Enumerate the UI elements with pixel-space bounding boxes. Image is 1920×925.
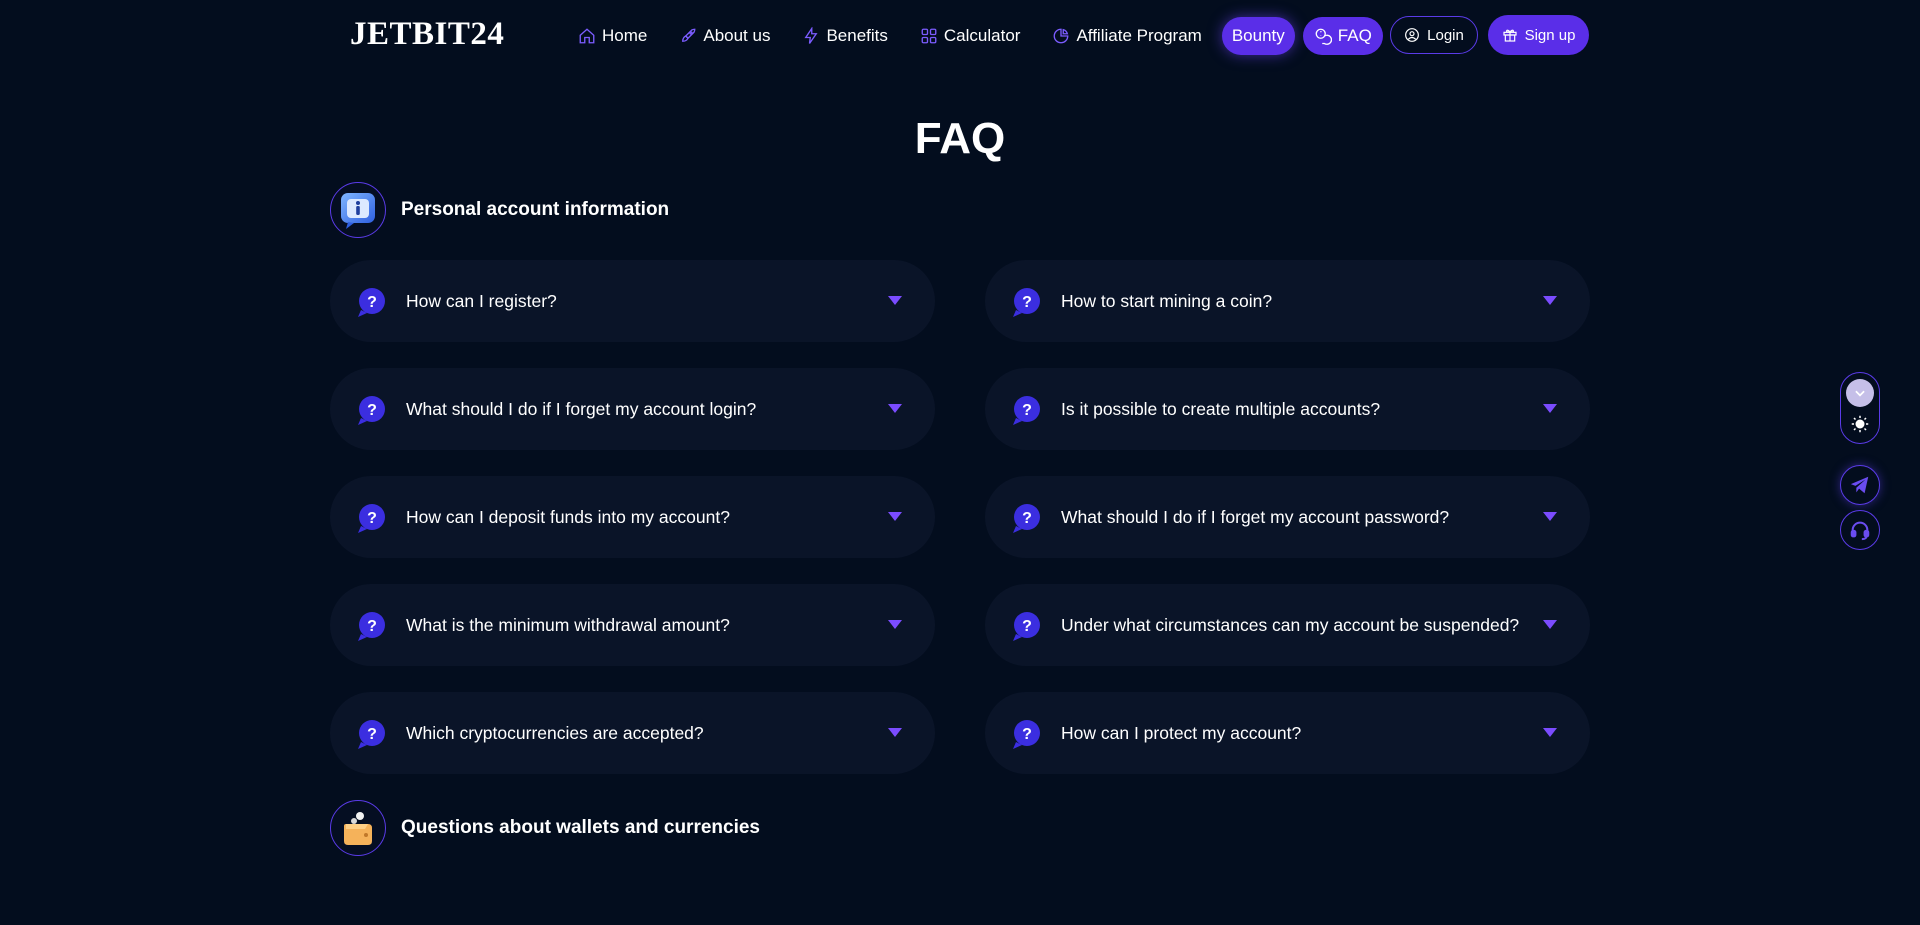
caret-down-icon[interactable]	[1543, 728, 1557, 737]
faq-item[interactable]: ? What is the minimum withdrawal amount?	[330, 584, 935, 666]
lightning-icon	[804, 27, 819, 44]
info-chat-icon	[341, 193, 375, 229]
question-bubble-icon: ?	[358, 288, 385, 317]
sun-icon	[1851, 415, 1869, 433]
nav-home[interactable]: Home	[578, 26, 647, 46]
question-bubble-icon: ?	[1013, 396, 1040, 425]
theme-toggle-knob[interactable]	[1846, 379, 1874, 407]
question-bubble-icon: ?	[1013, 720, 1040, 749]
home-icon	[579, 28, 595, 44]
question-bubble-icon: ?	[358, 612, 385, 641]
faq-item[interactable]: ? How can I register?	[330, 260, 935, 342]
nav-benefits[interactable]: Benefits	[802, 26, 888, 46]
faq-item[interactable]: ? Which cryptocurrencies are accepted?	[330, 692, 935, 774]
main-nav: Home About us Benefits Calculator Affili…	[578, 17, 1383, 55]
faq-question: How can I deposit funds into my account?	[406, 506, 730, 527]
chevron-down-icon	[1855, 390, 1865, 397]
support-button[interactable]	[1840, 510, 1880, 550]
svg-text:?: ?	[367, 726, 377, 743]
faq-item[interactable]: ? What should I do if I forget my accoun…	[985, 476, 1590, 558]
question-bubble-icon: ?	[1013, 612, 1040, 641]
nav-faq-label: FAQ	[1337, 26, 1372, 45]
faq-question: How can I protect my account?	[1061, 722, 1302, 743]
faq-question: What is the minimum withdrawal amount?	[406, 614, 730, 635]
faq-question: How can I register?	[406, 290, 557, 311]
faq-item[interactable]: ? How to start mining a coin?	[985, 260, 1590, 342]
gift-icon	[1502, 29, 1517, 42]
telegram-button[interactable]	[1840, 465, 1880, 505]
signup-label: Sign up	[1524, 26, 1576, 44]
caret-down-icon[interactable]	[1543, 620, 1557, 629]
section-icon-wallets	[330, 800, 386, 856]
headset-icon	[1850, 521, 1870, 541]
section-title-wallets: Questions about wallets and currencies	[401, 817, 760, 838]
rocket-icon	[682, 28, 696, 42]
section-title-personal-account: Personal account information	[401, 199, 670, 220]
faq-question: How to start mining a coin?	[1061, 290, 1273, 311]
faq-question: What should I do if I forget my account …	[406, 398, 757, 419]
signup-button[interactable]: Sign up	[1488, 15, 1589, 55]
user-circle-icon	[1405, 28, 1420, 42]
faq-question: Which cryptocurrencies are accepted?	[406, 722, 704, 743]
svg-text:?: ?	[367, 294, 377, 311]
nav-calculator-label: Calculator	[943, 26, 1021, 45]
svg-text:?: ?	[1022, 618, 1032, 635]
nav-calculator[interactable]: Calculator	[920, 26, 1021, 46]
login-label: Login	[1427, 26, 1464, 44]
caret-down-icon[interactable]	[1543, 296, 1557, 305]
faq-question: Is it possible to create multiple accoun…	[1061, 398, 1381, 419]
faq-item[interactable]: ? How can I protect my account?	[985, 692, 1590, 774]
nav-home-label: Home	[602, 26, 648, 45]
faq-item[interactable]: ? How can I deposit funds into my accoun…	[330, 476, 935, 558]
svg-text:?: ?	[1022, 510, 1032, 527]
svg-text:?: ?	[367, 402, 377, 419]
nav-about-us[interactable]: About us	[679, 26, 770, 46]
grid-icon	[921, 28, 937, 44]
nav-affiliate-program-label: Affiliate Program	[1076, 26, 1202, 45]
caret-down-icon[interactable]	[1543, 512, 1557, 521]
caret-down-icon[interactable]	[888, 404, 902, 413]
faq-item[interactable]: ? Under what circumstances can my accoun…	[985, 584, 1590, 666]
svg-text:?: ?	[367, 618, 377, 635]
question-bubble-icon: ?	[1013, 504, 1040, 533]
svg-text:?: ?	[1022, 726, 1032, 743]
pie-chart-icon	[1054, 28, 1069, 44]
site-logo[interactable]: JETBIT24	[350, 16, 504, 53]
telegram-icon	[1850, 476, 1869, 494]
nav-faq-button[interactable]: FAQ	[1302, 17, 1383, 55]
faq-item[interactable]: ? Is it possible to create multiple acco…	[985, 368, 1590, 450]
page-title: FAQ	[914, 114, 1006, 163]
nav-bounty-button[interactable]: Bounty	[1221, 17, 1295, 55]
question-bubble-icon: ?	[358, 504, 385, 533]
nav-benefits-label: Benefits	[826, 26, 888, 45]
svg-text:?: ?	[1022, 402, 1032, 419]
section-icon-personal-account	[330, 182, 386, 238]
wallet-icon	[344, 812, 372, 845]
question-bubble-icon: ?	[358, 396, 385, 425]
section-header-personal-account: Personal account information	[330, 182, 669, 238]
login-button[interactable]: Login	[1390, 16, 1478, 54]
faq-question: Under what circumstances can my account …	[1061, 614, 1520, 635]
svg-text:?: ?	[1022, 294, 1032, 311]
caret-down-icon[interactable]	[1543, 404, 1557, 413]
caret-down-icon[interactable]	[888, 728, 902, 737]
question-bubble-icon: ?	[358, 720, 385, 749]
nav-about-us-label: About us	[703, 26, 771, 45]
faq-question: What should I do if I forget my account …	[1061, 506, 1450, 527]
nav-affiliate-program[interactable]: Affiliate Program	[1052, 26, 1202, 46]
svg-text:?: ?	[367, 510, 377, 527]
top-navbar: JETBIT24 Home About us Benefits Calculat…	[0, 0, 1920, 72]
auth-buttons: Login Sign up	[1390, 15, 1589, 55]
faq-chat-icon	[1315, 28, 1332, 45]
caret-down-icon[interactable]	[888, 512, 902, 521]
theme-toggle[interactable]	[1840, 372, 1880, 444]
faq-item[interactable]: ? What should I do if I forget my accoun…	[330, 368, 935, 450]
caret-down-icon[interactable]	[888, 296, 902, 305]
caret-down-icon[interactable]	[888, 620, 902, 629]
section-header-wallets: Questions about wallets and currencies	[330, 800, 760, 856]
question-bubble-icon: ?	[1013, 288, 1040, 317]
